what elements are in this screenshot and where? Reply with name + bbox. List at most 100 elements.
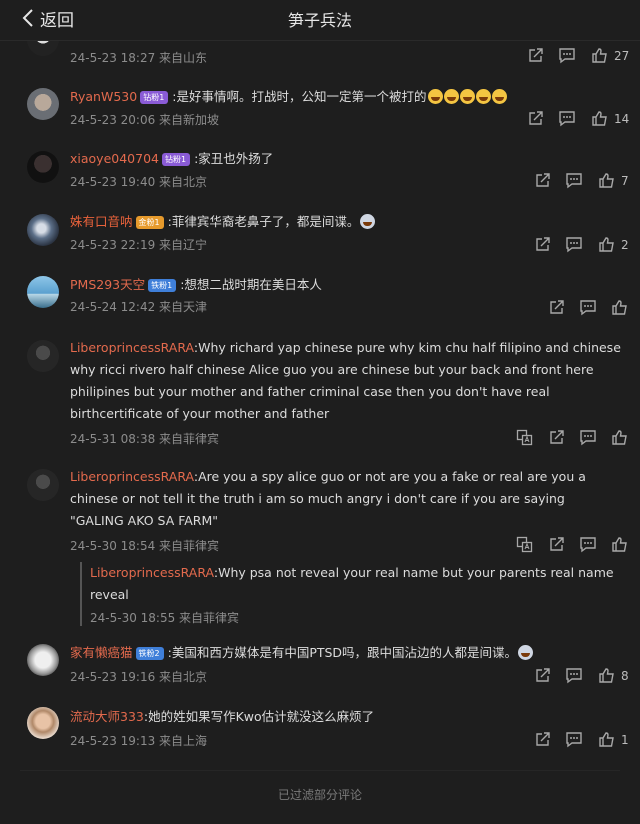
like-count: 27 xyxy=(614,48,630,63)
username[interactable]: LiberoprincessRARA xyxy=(90,565,214,580)
comment-button[interactable] xyxy=(565,172,583,189)
comment-button[interactable] xyxy=(558,47,576,64)
like-button[interactable]: 14 xyxy=(591,110,629,127)
translate-icon xyxy=(516,536,533,553)
comment-button[interactable] xyxy=(565,236,583,253)
share-icon xyxy=(536,237,550,251)
avatar[interactable] xyxy=(27,214,59,246)
thumbs-up-icon xyxy=(592,48,607,63)
share-button[interactable] xyxy=(534,236,551,253)
fan-badge: 钻粉1 xyxy=(161,153,191,166)
comment-button[interactable] xyxy=(579,299,597,316)
avatar[interactable] xyxy=(27,276,59,308)
avatar[interactable] xyxy=(27,644,59,676)
like-button[interactable]: 8 xyxy=(598,667,629,684)
sticker-emoji-icon xyxy=(360,214,376,229)
fan-badge: 金粉1 xyxy=(135,216,164,229)
share-icon xyxy=(536,173,550,187)
comment-button[interactable] xyxy=(579,536,597,553)
share-button[interactable] xyxy=(534,172,551,189)
translate-icon xyxy=(516,429,533,446)
username[interactable]: RyanW530 xyxy=(70,89,137,104)
comment-icon xyxy=(580,537,596,553)
top-nav-bar: 返回 笋子兵法 xyxy=(0,0,640,41)
comment-icon xyxy=(566,173,582,189)
share-button[interactable] xyxy=(548,299,565,316)
like-button[interactable]: 7 xyxy=(598,172,629,189)
comment-text: LiberoprincessRARA:Are you a spy alice g… xyxy=(70,466,622,532)
share-button[interactable] xyxy=(527,110,544,127)
like-button[interactable]: 2 xyxy=(598,236,629,253)
thumbs-up-icon xyxy=(612,537,627,552)
comment-meta: 24-5-23 19:16 来自北京 xyxy=(70,670,208,684)
fan-badge: 钻粉1 xyxy=(140,91,169,104)
username[interactable]: 姝有口音呐 xyxy=(70,214,133,229)
share-icon xyxy=(550,300,564,314)
share-icon xyxy=(529,111,543,125)
username[interactable]: PMS293天空 xyxy=(70,277,145,292)
comment-meta: 24-5-31 08:38 来自菲律宾 xyxy=(70,432,220,446)
share-icon xyxy=(536,668,550,682)
username[interactable]: LiberoprincessRARA xyxy=(70,340,194,355)
comment-text: RyanW530 钻粉1:是好事情啊。打战时，公知一定第一个被打的 xyxy=(70,86,622,108)
page-title: 笋子兵法 xyxy=(287,11,352,30)
comment-body: :想想二战时期在美日本人 xyxy=(180,277,322,292)
sticker-emoji-icon xyxy=(518,645,534,660)
comment-icon xyxy=(566,668,582,684)
username[interactable]: LiberoprincessRARA xyxy=(70,469,194,484)
like-count: 7 xyxy=(621,173,629,188)
comment-icon xyxy=(559,48,575,64)
avatar[interactable] xyxy=(27,707,59,739)
reply-text: LiberoprincessRARA:Why psa not reveal yo… xyxy=(90,562,618,606)
comment-text: PMS293天空 铁粉1:想想二战时期在美日本人 xyxy=(70,274,622,296)
share-button[interactable] xyxy=(548,429,565,446)
comment-icon xyxy=(566,732,582,748)
comment-icon xyxy=(580,430,596,446)
share-button[interactable] xyxy=(534,667,551,684)
comment-button[interactable] xyxy=(558,110,576,127)
comment-button[interactable] xyxy=(579,429,597,446)
thumbs-up-icon xyxy=(599,668,614,683)
like-count: 8 xyxy=(621,668,629,683)
reply-meta: 24-5-30 18:55 来自菲律宾 xyxy=(90,611,240,625)
comment-meta: 24-5-24 12:42 来自天津 xyxy=(70,300,208,314)
share-button[interactable] xyxy=(548,536,565,553)
laughing-emoji-icon xyxy=(427,89,507,104)
avatar[interactable] xyxy=(27,469,59,501)
comment-text: xiaoye040704 钻粉1:家丑也外扬了 xyxy=(70,148,622,170)
translate-button[interactable] xyxy=(516,536,533,553)
avatar[interactable] xyxy=(27,340,59,372)
username[interactable]: 家有懒癌猫 xyxy=(70,645,133,660)
thumbs-up-icon xyxy=(592,111,607,126)
comment-meta: 24-5-30 18:54 来自菲律宾 xyxy=(70,539,220,553)
comment-button[interactable] xyxy=(565,667,583,684)
share-button[interactable] xyxy=(534,731,551,748)
comment-meta: 24-5-23 19:13 来自上海 xyxy=(70,734,208,748)
comment-icon xyxy=(559,111,575,127)
like-button[interactable] xyxy=(611,429,634,446)
fan-badge: 铁粉2 xyxy=(135,647,164,660)
comment-body: :家丑也外扬了 xyxy=(194,151,274,166)
translate-button[interactable] xyxy=(516,429,533,446)
thumbs-up-icon xyxy=(612,430,627,445)
like-count: 2 xyxy=(621,237,629,252)
username[interactable]: xiaoye040704 xyxy=(70,151,159,166)
comment-icon xyxy=(580,300,596,316)
comment-body: :是好事情啊。打战时，公知一定第一个被打的 xyxy=(172,89,427,104)
like-button[interactable]: 1 xyxy=(598,731,629,748)
comment-meta: 24-5-23 22:19 来自辽宁 xyxy=(70,238,208,252)
like-button[interactable] xyxy=(611,299,634,316)
like-button[interactable] xyxy=(611,536,634,553)
comment-meta: 24-5-23 19:40 来自北京 xyxy=(70,175,208,189)
like-button[interactable]: 27 xyxy=(591,47,629,64)
reply-thread: LiberoprincessRARA:Why psa not reveal yo… xyxy=(80,562,618,626)
comment-text: LiberoprincessRARA:Why richard yap chine… xyxy=(70,337,622,425)
share-button[interactable] xyxy=(527,47,544,64)
comment-text: 家有懒癌猫 铁粉2:美国和西方媒体是有中国PTSD吗，跟中国沾边的人都是间谍。 xyxy=(70,642,622,664)
share-icon xyxy=(550,430,564,444)
avatar[interactable] xyxy=(27,151,59,183)
comment-icon xyxy=(566,237,582,253)
comment-button[interactable] xyxy=(565,731,583,748)
username[interactable]: 流动大师333 xyxy=(70,709,144,724)
avatar[interactable] xyxy=(27,88,59,120)
